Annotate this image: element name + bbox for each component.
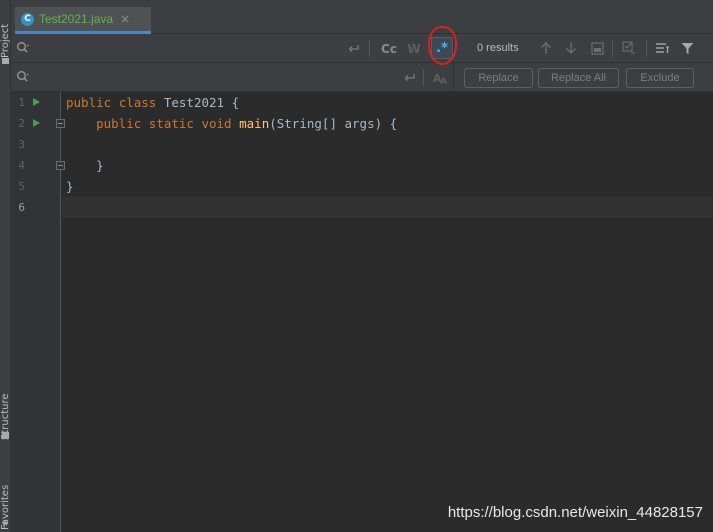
- search-field-container: Cc W .*: [11, 26, 457, 65]
- java-class-icon: C: [21, 12, 34, 26]
- search-history-icon[interactable]: [16, 41, 30, 55]
- replace-options-divider: [423, 69, 424, 86]
- code-editor[interactable]: 1 public class Test2021 { 2 public stati…: [11, 92, 713, 532]
- code-text: }: [66, 158, 104, 173]
- editor-tab-bar: C Test2021.java ×: [11, 0, 713, 34]
- line-number: 5: [18, 180, 25, 193]
- folder-icon: [2, 58, 9, 64]
- replace-row: AA Replace Replace All Exclude: [11, 63, 713, 92]
- structure-icon: [2, 432, 9, 439]
- keyword: static: [148, 116, 194, 131]
- code-line: 2 public static void main(String[] args)…: [11, 113, 713, 134]
- line-number: 4: [18, 159, 25, 172]
- replace-button[interactable]: Replace: [464, 68, 533, 88]
- project-tool-label: Project: [0, 23, 11, 58]
- keyword: public: [96, 116, 142, 131]
- replace-input[interactable]: [35, 67, 365, 87]
- run-class-icon[interactable]: [33, 98, 40, 106]
- fold-icon[interactable]: [56, 119, 65, 128]
- filter-icon[interactable]: [679, 40, 695, 56]
- replace-history-icon[interactable]: [16, 70, 30, 84]
- fold-end-icon[interactable]: [56, 161, 65, 170]
- next-occurrence-icon[interactable]: [563, 40, 579, 56]
- keyword: void: [201, 116, 232, 131]
- editor-tab-test2021[interactable]: C Test2021.java ×: [15, 7, 151, 34]
- code-line-current: 6: [11, 197, 713, 218]
- exclude-button[interactable]: Exclude: [626, 68, 694, 88]
- code-text: }: [66, 179, 74, 194]
- star-icon: ★: [1, 519, 10, 529]
- new-line-icon[interactable]: [345, 40, 363, 57]
- line-number: 2: [18, 117, 25, 130]
- code-line: 4 }: [11, 155, 713, 176]
- in-selection-icon[interactable]: [621, 40, 637, 56]
- toolbar-divider-2: [646, 40, 647, 57]
- project-tool-tab[interactable]: Project: [0, 0, 11, 70]
- replace-all-button[interactable]: Replace All: [538, 68, 619, 88]
- line-number: 3: [18, 138, 25, 151]
- whole-words-toggle[interactable]: W: [406, 40, 422, 57]
- tool-window-strip: Project Structure Favorites ★: [0, 0, 11, 532]
- close-tab-icon[interactable]: ×: [120, 12, 130, 26]
- line-number: 1: [18, 96, 25, 109]
- svg-text:A: A: [440, 77, 447, 85]
- method-params: (String[] args) {: [269, 116, 398, 131]
- code-text: public class Test2021 {: [66, 92, 239, 113]
- filter-options-icon[interactable]: [655, 40, 671, 56]
- find-replace-panel: Cc W .* 0 results A A Replace Replace Al…: [11, 26, 713, 92]
- results-count: 0 results: [477, 42, 519, 54]
- code-text: public static void main(String[] args) {: [66, 113, 397, 134]
- annotation-circle: [428, 26, 457, 65]
- replace-new-line-icon[interactable]: [401, 69, 419, 86]
- keyword: public: [66, 95, 112, 110]
- previous-occurrence-icon[interactable]: [538, 40, 554, 56]
- method-name: main: [239, 116, 270, 131]
- replace-field-container: AA: [11, 63, 454, 92]
- find-row: Cc W .* 0 results: [11, 26, 713, 65]
- run-main-icon[interactable]: [33, 119, 40, 127]
- class-name: Test2021 {: [156, 95, 240, 110]
- line-number: 6: [18, 201, 25, 214]
- code-line: 5 }: [11, 176, 713, 197]
- tab-filename: Test2021.java: [39, 12, 114, 26]
- preserve-case-icon[interactable]: AA: [431, 69, 451, 86]
- keyword: class: [118, 95, 157, 110]
- code-line: 1 public class Test2021 {: [11, 92, 713, 113]
- code-line: 3: [11, 134, 713, 155]
- favorites-tool-tab[interactable]: Favorites ★: [0, 455, 11, 532]
- toolbar-divider: [612, 40, 613, 57]
- structure-tool-tab[interactable]: Structure: [0, 372, 11, 442]
- search-input[interactable]: [35, 38, 365, 58]
- options-divider: [369, 40, 370, 57]
- watermark-text: https://blog.csdn.net/weixin_44828157: [447, 504, 703, 521]
- match-case-toggle[interactable]: Cc: [379, 40, 399, 57]
- select-all-occurrences-icon[interactable]: [589, 40, 605, 56]
